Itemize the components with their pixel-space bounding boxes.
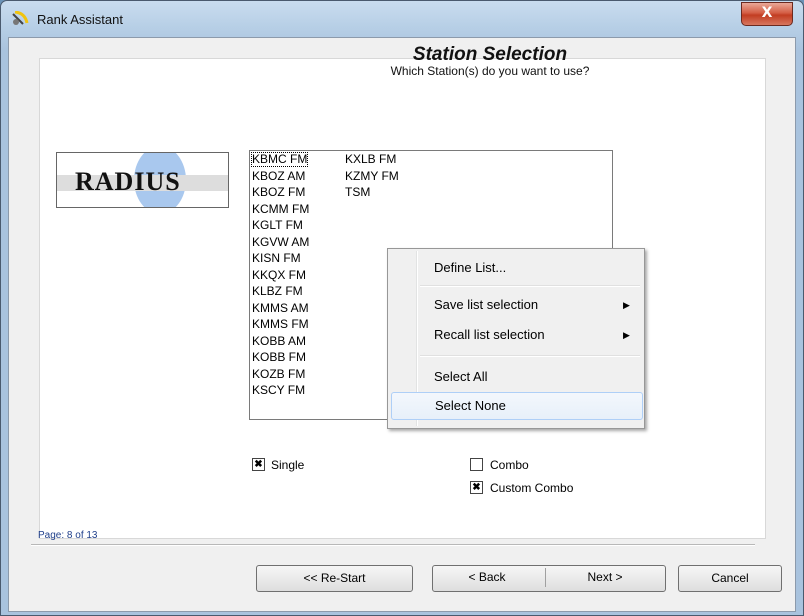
list-item[interactable]: TSM [345,186,370,199]
submenu-arrow-icon: ▶ [623,300,630,310]
combo-label: Combo [490,458,529,472]
list-item[interactable]: KSCY FM [252,384,305,397]
logo-text: RADIUS [75,167,181,196]
radius-logo: RADIUS [56,152,229,208]
list-item[interactable]: KZMY FM [345,169,399,183]
list-item[interactable]: KBOZ FM [252,186,305,199]
custom-combo-label: Custom Combo [490,481,574,495]
page-subtitle: Which Station(s) do you want to use? [390,64,590,78]
list-item[interactable]: KLBZ FM [252,285,303,298]
list-item[interactable]: KBOZ AM [252,169,305,183]
combo-checkbox[interactable] [470,458,483,471]
list-item[interactable]: KOZB FM [252,367,305,381]
single-label: Single [271,458,305,472]
next-button[interactable]: Next > [550,565,660,590]
menu-item-save-list-selection[interactable]: Save list selection ▶ [391,292,641,318]
list-item[interactable]: KBMC FM [250,152,309,167]
list-item[interactable]: KOBB FM [252,351,306,364]
satellite-dish-icon [12,11,29,25]
window-title: Rank Assistant [37,12,123,27]
list-item[interactable]: KGVW AM [252,235,309,249]
menu-item-select-none[interactable]: Select None [391,392,643,420]
menu-separator [420,355,640,357]
list-item[interactable]: KXLB FM [345,153,396,166]
list-item[interactable]: KGLT FM [252,219,303,232]
close-button[interactable]: X [741,2,793,26]
context-menu: Define List... Save list selection ▶ Rec… [387,248,645,429]
menu-separator [420,285,640,287]
list-item[interactable]: KISN FM [252,252,301,265]
back-button[interactable]: < Back [437,565,537,590]
list-item[interactable]: KMMS FM [252,318,309,331]
page-title: Station Selection [412,44,568,65]
restart-button[interactable]: << Re-Start [256,565,413,592]
list-item[interactable]: KKQX FM [252,268,306,282]
button-separator [545,568,546,587]
single-checkbox[interactable]: ✖ [252,458,265,471]
submenu-arrow-icon: ▶ [623,330,630,340]
list-item[interactable]: KCMM FM [252,202,309,216]
title-bar[interactable]: Rank Assistant X [1,1,803,37]
cancel-button[interactable]: Cancel [678,565,782,592]
menu-item-select-all[interactable]: Select All [391,364,641,390]
page-indicator: Page: 8 of 13 [38,530,98,541]
menu-item-recall-list-selection[interactable]: Recall list selection ▶ [391,322,641,348]
menu-item-define-list[interactable]: Define List... [391,255,641,281]
footer-divider [31,544,755,546]
list-item[interactable]: KOBB AM [252,334,306,348]
custom-combo-checkbox[interactable]: ✖ [470,481,483,494]
list-item[interactable]: KMMS AM [252,301,309,315]
